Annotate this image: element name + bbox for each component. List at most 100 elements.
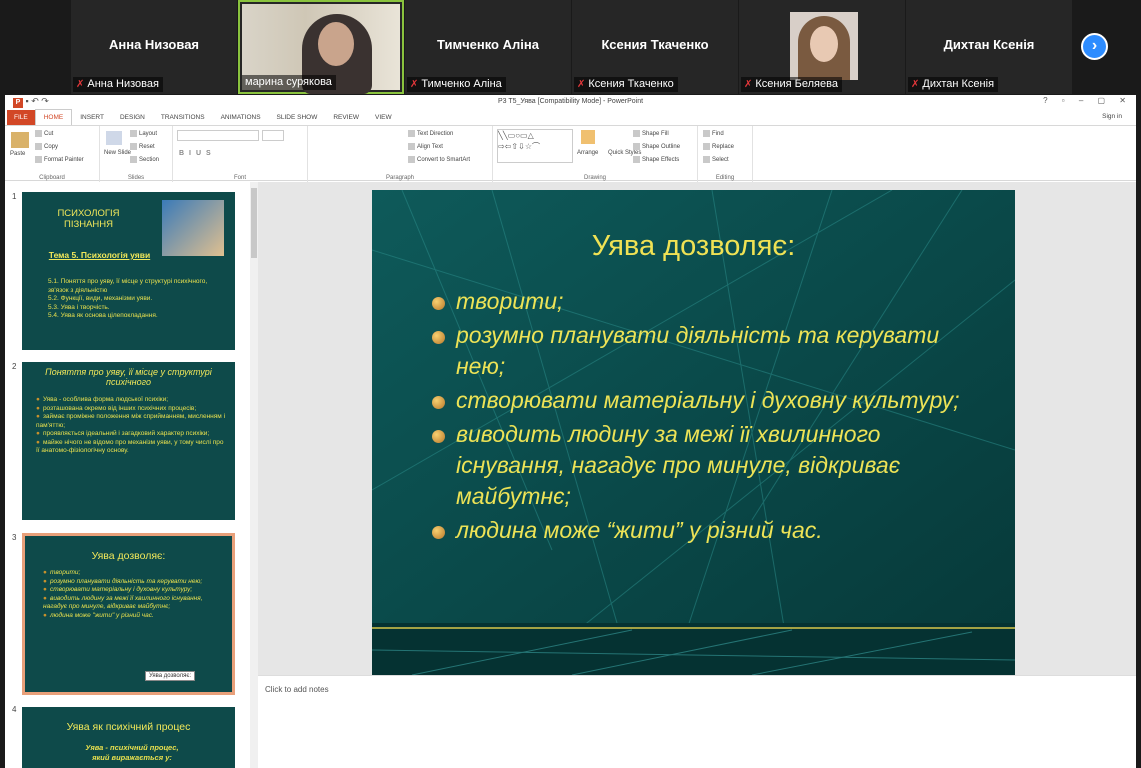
participant-tile-active[interactable]: марина сурякова: [238, 0, 404, 94]
group-label: Slides: [127, 175, 145, 181]
scrollbar-thumb[interactable]: [251, 188, 257, 258]
text-direction-button[interactable]: Text Direction: [408, 130, 453, 137]
cut-button[interactable]: Cut: [35, 130, 53, 137]
sign-in-link[interactable]: Sign in: [1094, 109, 1130, 125]
tab-animations[interactable]: ANIMATIONS: [213, 110, 269, 126]
notes-placeholder: Click to add notes: [265, 685, 329, 694]
powerpoint-window: P ▪ ↶ ↷ P3 T5_Уява [Compatibility Mode] …: [5, 95, 1136, 768]
paragraph-group: Text Direction Align Text Convert to Sma…: [308, 126, 493, 182]
find-button[interactable]: Find: [703, 130, 724, 137]
participant-photo: [790, 12, 858, 80]
slide-thumbnail-2[interactable]: Поняття про уяву, її місце у структурі п…: [22, 362, 235, 520]
slide-bullet: людина може “жити” у різний час.: [430, 515, 990, 546]
reset-button[interactable]: Reset: [130, 143, 155, 150]
participant-tile[interactable]: Тимченко Аліна ✗ Тимченко Аліна: [405, 0, 571, 94]
arrange-button[interactable]: Arrange: [577, 150, 598, 156]
participant-label: ✗ Дихтан Ксенія: [908, 77, 999, 92]
participant-label: ✗ Тимченко Аліна: [407, 77, 506, 92]
group-label: Clipboard: [39, 175, 65, 181]
slide-bullet-list: творити; розумно планувати діяльність та…: [430, 286, 990, 549]
tab-home[interactable]: HOME: [34, 109, 73, 126]
new-slide-icon[interactable]: [106, 131, 122, 145]
participant-name: Тимченко Аліна: [437, 37, 539, 52]
tab-slide-show[interactable]: SLIDE SHOW: [269, 110, 326, 126]
slide-thumbnail-1[interactable]: ПСИХОЛОГІЯ ПІЗНАННЯ Тема 5. Психологія у…: [22, 192, 235, 350]
thumbnails-scrollbar[interactable]: [250, 182, 258, 768]
tab-transitions[interactable]: TRANSITIONS: [153, 110, 213, 126]
slide-canvas[interactable]: Уява дозволяє: творити; розумно плануват…: [372, 190, 1015, 675]
title-bar: P ▪ ↶ ↷ P3 T5_Уява [Compatibility Mode] …: [5, 95, 1136, 109]
scissors-icon: [35, 130, 42, 137]
group-label: Paragraph: [385, 175, 415, 181]
slide-number: 4: [12, 705, 17, 714]
participant-tile[interactable]: Ксения Ткаченко ✗ Ксения Ткаченко: [572, 0, 738, 94]
slide-thumbnail-4[interactable]: Уява як психічний процес Уява - психічни…: [22, 707, 235, 768]
paste-button[interactable]: Paste: [10, 151, 25, 157]
slide-number: 1: [12, 192, 17, 201]
thumbnail-list: Уява - психічний процес, який виражається…: [85, 743, 179, 762]
mic-muted-icon: ✗: [744, 79, 753, 90]
slide-number: 2: [12, 362, 17, 371]
window-controls[interactable]: ? ▫ – ▢ ✕: [1043, 96, 1132, 105]
group-label: Editing: [715, 175, 735, 181]
slide-bullet: розумно планувати діяльність та керувати…: [430, 320, 990, 382]
participant-label: ✗ Ксения Беляева: [741, 77, 842, 92]
mic-muted-icon: ✗: [76, 79, 85, 90]
thumbnail-title: ПСИХОЛОГІЯ ПІЗНАННЯ: [57, 208, 120, 230]
ribbon-tabs: FILE HOME INSERT DESIGN TRANSITIONS ANIMATION…: [5, 109, 1136, 126]
participant-label: марина сурякова: [242, 75, 336, 90]
participant-tile[interactable]: ✗ Ксения Беляева: [739, 0, 905, 94]
slide-thumbnail-3-selected[interactable]: Уява дозволяє: творити;розумно планувати…: [22, 533, 235, 695]
thumbnail-image: [162, 200, 224, 256]
slide-thumbnails-pane: 1 ПСИХОЛОГІЯ ПІЗНАННЯ Тема 5. Психологія…: [5, 182, 250, 768]
copy-button[interactable]: Copy: [35, 143, 58, 150]
ribbon: Paste Cut Copy Format Painter Clipboard …: [5, 125, 1136, 182]
shapes-gallery[interactable]: ╲╲▭○▭△ ⇨⇦⇧⇩☆⌒: [497, 129, 573, 163]
slide-bullet: виводить людину за межі її хвилинного іс…: [430, 419, 990, 512]
thumbnail-title: Уява дозволяє:: [91, 550, 166, 562]
tab-review[interactable]: REVIEW: [325, 110, 367, 126]
chevron-right-icon: ›: [1091, 37, 1098, 54]
slide-title: Уява дозволяє:: [591, 230, 796, 262]
slide-bullet: творити;: [430, 286, 990, 317]
font-size-field[interactable]: [262, 130, 284, 141]
replace-button[interactable]: Replace: [703, 143, 734, 150]
participant-strip: Анна Низовая ✗ Анна Низовая марина суряко…: [0, 0, 1141, 94]
person-face: [318, 22, 354, 66]
select-button[interactable]: Select: [703, 156, 729, 163]
tab-design[interactable]: DESIGN: [112, 110, 153, 126]
participant-name: Дихтан Ксенія: [943, 37, 1035, 52]
tab-view[interactable]: VIEW: [367, 110, 400, 126]
layout-button[interactable]: Layout: [130, 130, 157, 137]
thumbnail-title: Уява як психічний процес: [66, 721, 191, 733]
arrange-icon[interactable]: [581, 130, 595, 144]
tab-file[interactable]: FILE: [7, 110, 35, 126]
participant-label: ✗ Ксения Ткаченко: [574, 77, 678, 92]
tab-insert[interactable]: INSERT: [72, 110, 112, 126]
font-format-buttons[interactable]: BIUS: [179, 150, 216, 157]
participant-tile[interactable]: Дихтан Ксенія ✗ Дихтан Ксенія: [906, 0, 1072, 94]
section-button[interactable]: Section: [130, 156, 159, 163]
next-page-button[interactable]: ›: [1081, 33, 1108, 60]
notes-pane[interactable]: Click to add notes: [258, 675, 1136, 768]
mic-muted-icon: ✗: [410, 79, 419, 90]
thumbnail-list: творити;розумно планувати діяльність та …: [43, 569, 223, 620]
thumbnail-title: Поняття про уяву, її місце у структурі п…: [45, 367, 212, 387]
workspace: 1 ПСИХОЛОГІЯ ПІЗНАННЯ Тема 5. Психологія…: [5, 182, 1136, 768]
shape-fill-button[interactable]: Shape Fill: [633, 130, 669, 137]
participant-tile[interactable]: Анна Низовая ✗ Анна Низовая: [71, 0, 237, 94]
thumbnail-tooltip: Уява дозволяє:: [145, 671, 196, 681]
new-slide-button[interactable]: New Slide: [104, 150, 131, 156]
shape-effects-button[interactable]: Shape Effects: [633, 156, 679, 163]
copy-icon: [35, 143, 42, 150]
format-painter-button[interactable]: Format Painter: [35, 156, 84, 163]
window-title: P3 T5_Уява [Compatibility Mode] - PowerP…: [497, 98, 644, 105]
shape-outline-button[interactable]: Shape Outline: [633, 143, 680, 150]
convert-smartart-button[interactable]: Convert to SmartArt: [408, 156, 470, 163]
participant-name: Ксения Ткаченко: [601, 37, 709, 52]
font-name-field[interactable]: [177, 130, 259, 141]
font-group: BIUS Font: [173, 126, 308, 182]
paste-icon[interactable]: [11, 132, 29, 148]
slide-bullet: створювати матеріальну і духовну культур…: [430, 385, 990, 416]
align-text-button[interactable]: Align Text: [408, 143, 443, 150]
